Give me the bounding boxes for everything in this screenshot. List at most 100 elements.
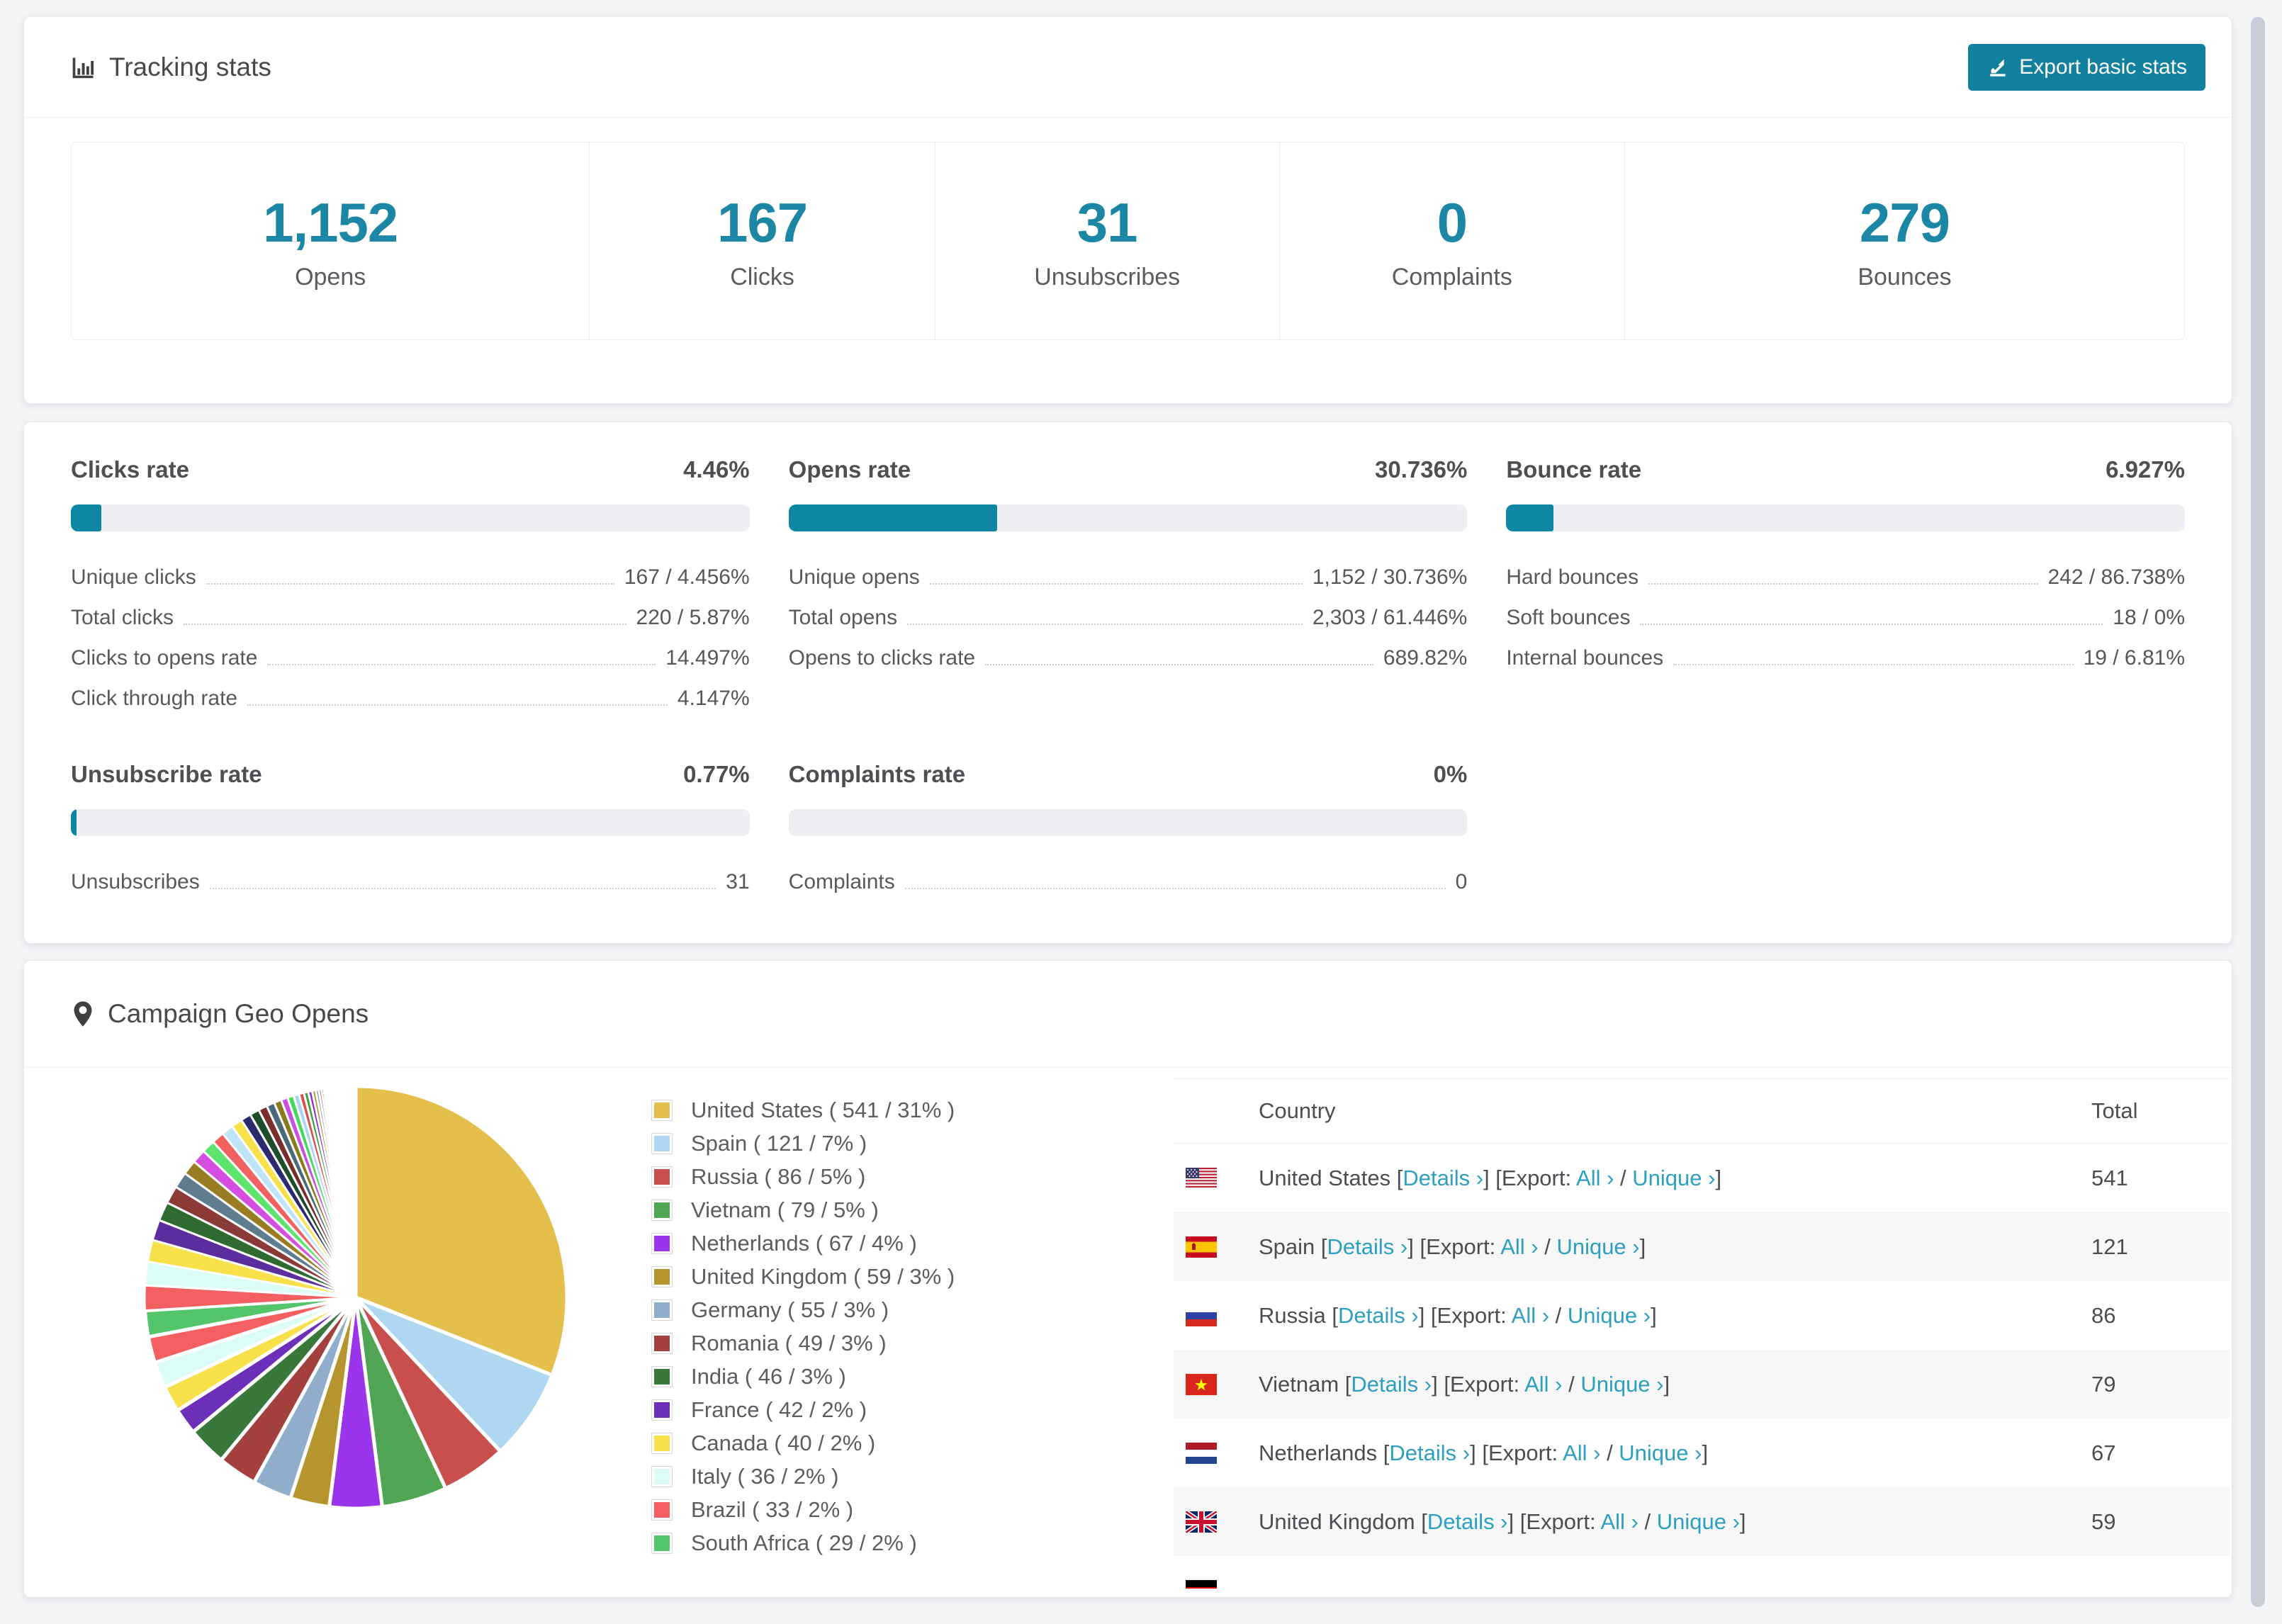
flag-icon-nl [1186,1442,1217,1464]
bar-chart-icon [72,57,94,78]
rate-value: 30.736% [1375,456,1468,483]
legend-label: Canada ( 40 / 2% ) [691,1431,876,1455]
export-all-link[interactable]: All › [1512,1303,1549,1328]
rate-title: Opens rate [788,456,911,483]
legend-label: Russia ( 86 / 5% ) [691,1164,866,1189]
table-row-us: United States [Details ›] [Export: All ›… [1174,1144,2230,1212]
legend-item: Netherlands ( 67 / 4% ) [651,1231,955,1256]
legend-label: United States ( 541 / 31% ) [691,1098,955,1122]
geo-pie-chart[interactable] [139,1081,573,1514]
legend-label: United Kingdom ( 59 / 3% ) [691,1264,955,1289]
rate-progress-bar [71,809,750,836]
rate-detail-label: Total clicks [71,606,174,629]
details-link[interactable]: Details › [1338,1303,1419,1328]
export-unique-link[interactable]: Unique › [1556,1234,1639,1259]
rate-block-clicks: Clicks rate 4.46% Unique clicks 167 / 4.456… [71,456,750,717]
export-all-link[interactable]: All › [1600,1509,1638,1534]
export-button-label: Export basic stats [2019,55,2187,79]
dotted-leader [985,664,1373,665]
column-header-country: Country [1259,1098,1336,1123]
export-unique-link[interactable]: Unique › [1657,1509,1740,1534]
rate-detail-value: 4.147% [677,687,750,710]
total-cell: 79 [2091,1371,2116,1397]
summary-stat-bounces: 279 Bounces [1624,142,2184,339]
table-header-row: Country Total [1174,1078,2230,1144]
flag-icon-gb [1186,1511,1217,1533]
export-all-link[interactable]: All › [1576,1166,1614,1190]
rate-detail-value: 0 [1455,870,1468,893]
export-label: Export: [1488,1440,1558,1465]
country-cell: Netherlands [Details ›] [Export: All › /… [1259,1440,1709,1465]
rate-progress-bar [1506,504,2185,531]
legend-label: Romania ( 49 / 3% ) [691,1331,887,1355]
export-unique-link[interactable]: Unique › [1568,1303,1651,1328]
legend-label: Brazil ( 33 / 2% ) [691,1497,854,1522]
map-pin-icon [74,1001,92,1027]
rate-title: Complaints rate [788,761,966,787]
country-name: United Kingdom [1259,1509,1415,1534]
rate-detail-label: Unique clicks [71,565,196,589]
legend-label: Italy ( 36 / 2% ) [691,1464,839,1489]
details-link[interactable]: Details › [1389,1440,1470,1465]
legend-color-key [651,1299,673,1321]
geo-opens-header: Campaign Geo Opens [24,961,2232,1068]
export-unique-link[interactable]: Unique › [1632,1166,1715,1190]
rate-detail-label: Total opens [788,606,898,629]
rate-detail-label: Click through rate [71,687,238,710]
rate-title: Unsubscribe rate [71,761,262,787]
rate-progress-bar [788,809,1468,836]
details-link[interactable]: Details › [1327,1234,1408,1259]
export-label: Export: [1501,1165,1572,1190]
rate-value: 0.77% [683,761,750,787]
details-link[interactable]: Details › [1427,1509,1508,1534]
rate-detail-row: Opens to clicks rate 689.82% [789,636,1468,677]
rate-detail-row: Click through rate 4.147% [71,677,750,717]
total-cell: 86 [2091,1302,2116,1328]
rate-detail-label: Clicks to opens rate [71,646,258,670]
export-unique-link[interactable]: Unique › [1580,1372,1663,1397]
table-row-es: Spain [Details ›] [Export: All › / Uniqu… [1174,1212,2230,1281]
stat-label: Opens [295,264,366,291]
stat-label: Complaints [1391,264,1512,291]
export-all-link[interactable]: All › [1500,1234,1538,1259]
dotted-leader [1648,583,2038,585]
legend-label: Netherlands ( 67 / 4% ) [691,1231,917,1256]
legend-item: France ( 42 / 2% ) [651,1397,955,1423]
rate-detail-value: 689.82% [1383,646,1468,670]
dotted-leader [904,888,1446,889]
rate-block-unsubscribe: Unsubscribe rate 0.77% Unsubscribes 31 [71,761,750,917]
details-link[interactable]: Details › [1403,1166,1483,1190]
country-name: Netherlands [1259,1440,1378,1465]
flag-icon-vn [1186,1373,1217,1395]
legend-color-key [651,1133,673,1154]
stat-value: 0 [1437,191,1468,254]
rate-detail-value: 220 / 5.87% [636,606,750,629]
export-unique-link[interactable]: Unique › [1619,1440,1702,1465]
export-icon [1990,59,2006,77]
stat-label: Bounces [1857,264,1952,291]
legend-item: India ( 46 / 3% ) [651,1364,955,1389]
export-all-link[interactable]: All › [1563,1440,1600,1465]
legend-item: Romania ( 49 / 3% ) [651,1331,955,1356]
rate-block-complaints: Complaints rate 0% Complaints 0 [788,761,1468,917]
stat-value: 31 [1077,191,1138,254]
export-basic-stats-button[interactable]: Export basic stats [1968,43,2205,91]
rate-detail-value: 14.497% [665,646,750,670]
export-label: Export: [1449,1371,1520,1397]
legend-color-key [651,1333,673,1354]
vertical-scrollbar-thumb[interactable] [2251,17,2265,1607]
rate-detail-label: Opens to clicks rate [788,646,976,670]
rate-block-bounce: Bounce rate 6.927% Hard bounces 242 / 86.73… [1506,456,2185,717]
rate-progress-bar [788,504,1468,531]
country-name: United States [1259,1165,1391,1190]
export-all-link[interactable]: All › [1524,1372,1562,1397]
tracking-stats-page: Tracking stats Export basic stats 1,152 O… [0,0,2282,1624]
rate-detail-row: Hard bounces 242 / 86.738% [1506,556,2185,596]
rate-detail-row: Total clicks 220 / 5.87% [71,596,750,636]
legend-item: Brazil ( 33 / 2% ) [651,1497,955,1523]
rate-detail-value: 2,303 / 61.446% [1312,606,1468,629]
rate-detail-value: 1,152 / 30.736% [1312,565,1468,589]
legend-label: Spain ( 121 / 7% ) [691,1131,867,1156]
details-link[interactable]: Details › [1351,1372,1432,1397]
flag-icon-es [1186,1236,1217,1258]
